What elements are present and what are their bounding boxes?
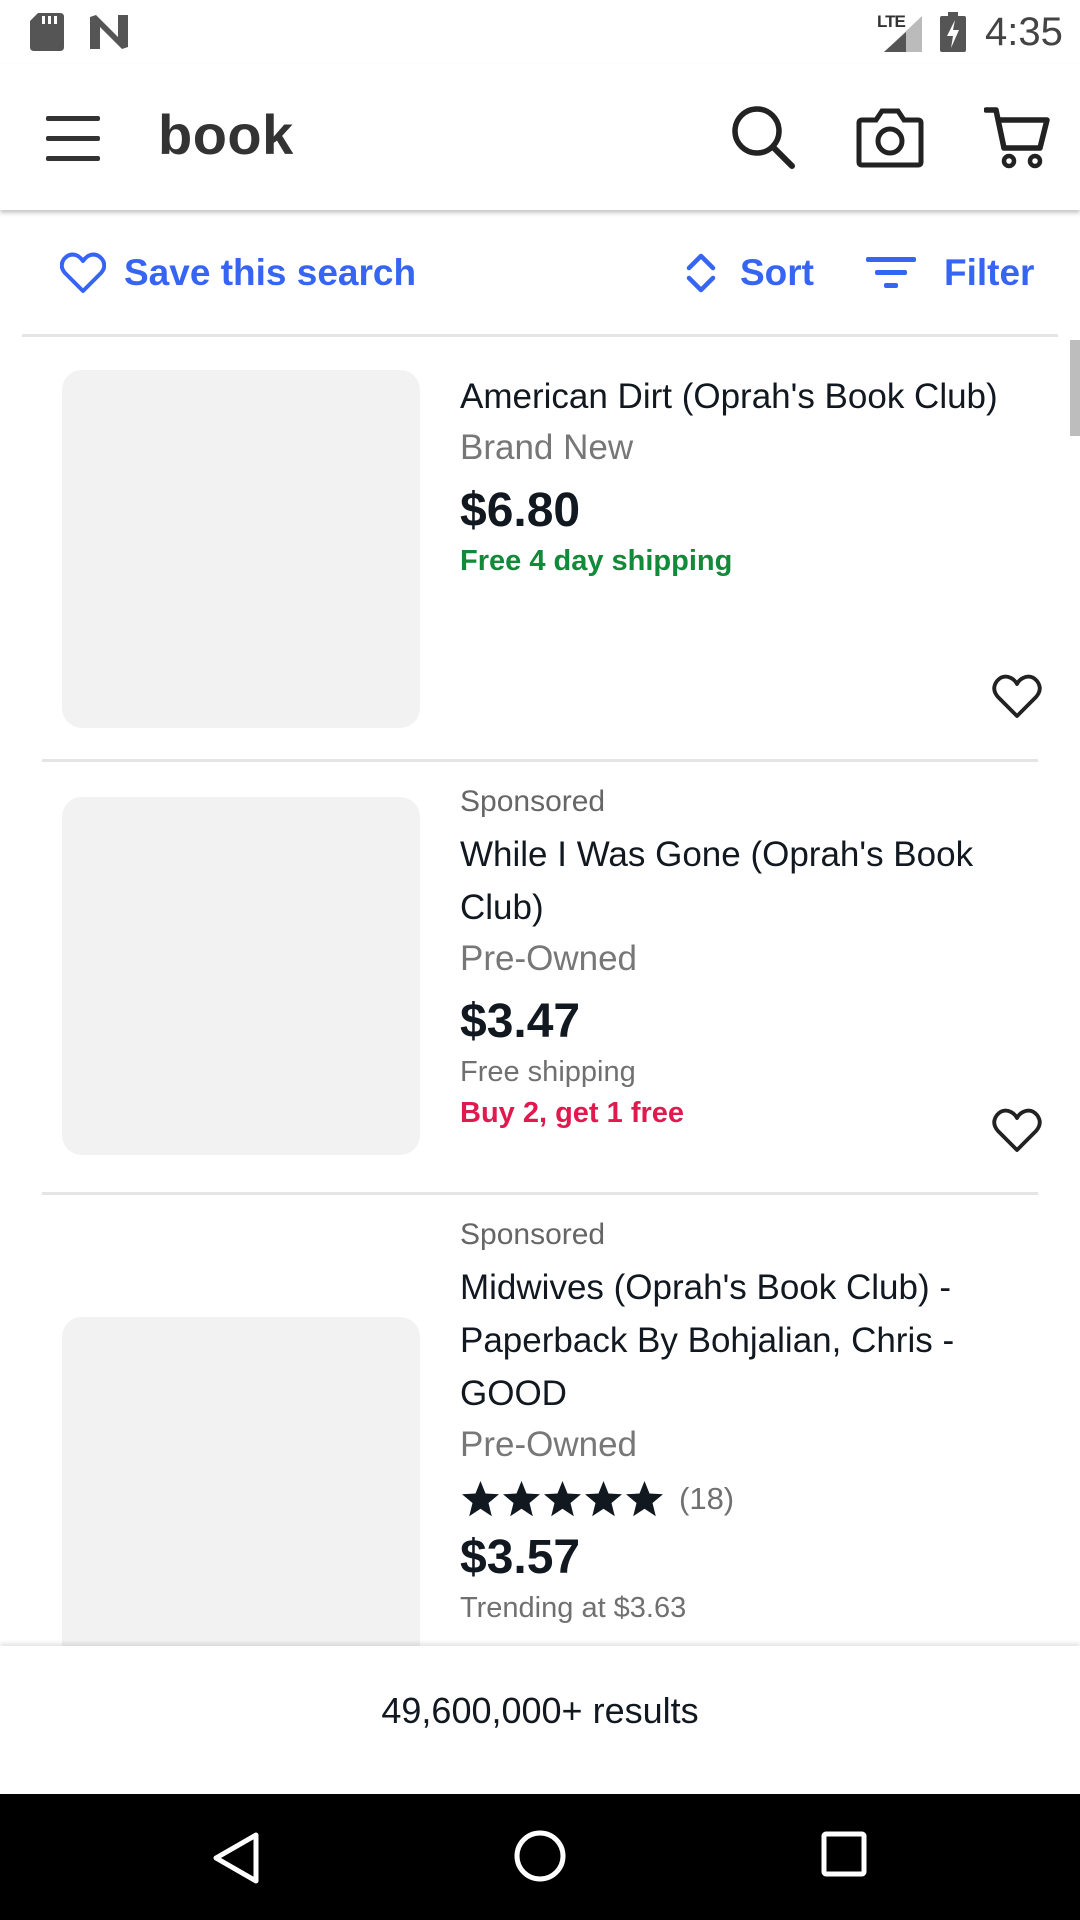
item-price: $6.80: [460, 484, 581, 537]
item-price: $3.47: [460, 995, 581, 1048]
item-price: $3.57: [460, 1531, 581, 1584]
android-nav-bar: [0, 1794, 1080, 1920]
save-search-label: Save this search: [124, 252, 417, 293]
item-rating: (18): [460, 1470, 1050, 1528]
status-bar: LTE 4:35: [0, 0, 1080, 64]
hamburger-menu-icon[interactable]: [46, 112, 100, 164]
search-header: book: [0, 64, 1080, 210]
item-condition: Pre-Owned: [460, 1425, 638, 1464]
list-item[interactable]: Sponsored While I Was Gone (Oprah's Book…: [0, 762, 1080, 1192]
item-image[interactable]: [62, 370, 420, 728]
divider: [22, 334, 1058, 337]
star-icon: [626, 1481, 663, 1517]
search-results-screen: LTE 4:35 book Save this search Sort Filt…: [0, 0, 1080, 1920]
heart-outline-icon: [60, 252, 106, 293]
signal-icon: [884, 16, 922, 52]
sort-arrows-icon: [686, 253, 716, 293]
filter-lines-icon: [866, 257, 916, 288]
sd-card-icon: [30, 13, 64, 51]
star-icon: [585, 1481, 622, 1517]
sponsored-label: Sponsored: [460, 1218, 606, 1251]
item-condition: Pre-Owned: [460, 939, 638, 978]
results-count-bar: 49,600,000+ results: [0, 1646, 1080, 1794]
item-promo: Buy 2, get 1 free: [460, 1097, 685, 1129]
sponsored-label: Sponsored: [460, 785, 606, 818]
list-item[interactable]: American Dirt (Oprah's Book Club) Brand …: [0, 340, 1080, 760]
item-details: American Dirt (Oprah's Book Club) Brand …: [460, 370, 1050, 581]
sort-label: Sort: [740, 252, 814, 293]
item-image[interactable]: [62, 1317, 420, 1675]
item-title[interactable]: Midwives (Oprah's Book Club) - Paperback…: [460, 1261, 1050, 1420]
star-icon: [462, 1481, 499, 1517]
results-count: 49,600,000+ results: [381, 1690, 699, 1731]
rating-count: (18): [679, 1481, 735, 1516]
search-icon[interactable]: [730, 104, 796, 170]
star-icon: [503, 1481, 540, 1517]
item-details: Sponsored Midwives (Oprah's Book Club) -…: [460, 1215, 1050, 1628]
filter-button[interactable]: Filter: [866, 248, 1034, 298]
save-search-button[interactable]: Save this search: [60, 248, 416, 298]
recent-apps-icon[interactable]: [820, 1830, 868, 1878]
shopping-cart-icon[interactable]: [984, 104, 1050, 170]
item-shipping: Free 4 day shipping: [460, 545, 733, 577]
item-image[interactable]: [62, 797, 420, 1155]
item-shipping: Free shipping: [460, 1056, 636, 1088]
item-title[interactable]: American Dirt (Oprah's Book Club): [460, 370, 1050, 423]
battery-charging-icon: [940, 12, 966, 52]
sort-button[interactable]: Sort: [684, 248, 814, 298]
star-icon: [544, 1481, 581, 1517]
item-trending-price: Trending at $3.63: [460, 1592, 687, 1624]
item-title[interactable]: While I Was Gone (Oprah's Book Club): [460, 828, 1050, 934]
camera-icon[interactable]: [856, 106, 924, 168]
search-query-field[interactable]: book: [158, 102, 294, 167]
rating-stars: [460, 1479, 665, 1519]
watch-heart-icon[interactable]: [992, 674, 1042, 720]
search-actions-row: Save this search Sort Filter: [0, 210, 1080, 334]
back-icon[interactable]: [210, 1830, 264, 1886]
clock: 4:35: [985, 10, 1063, 54]
watch-heart-icon[interactable]: [992, 1108, 1042, 1154]
filter-label: Filter: [944, 252, 1035, 293]
notification-n-icon: [90, 15, 128, 49]
list-item[interactable]: Sponsored Midwives (Oprah's Book Club) -…: [0, 1195, 1080, 1675]
item-details: Sponsored While I Was Gone (Oprah's Book…: [460, 782, 1050, 1134]
item-condition: Brand New: [460, 428, 634, 467]
home-icon[interactable]: [512, 1828, 568, 1884]
